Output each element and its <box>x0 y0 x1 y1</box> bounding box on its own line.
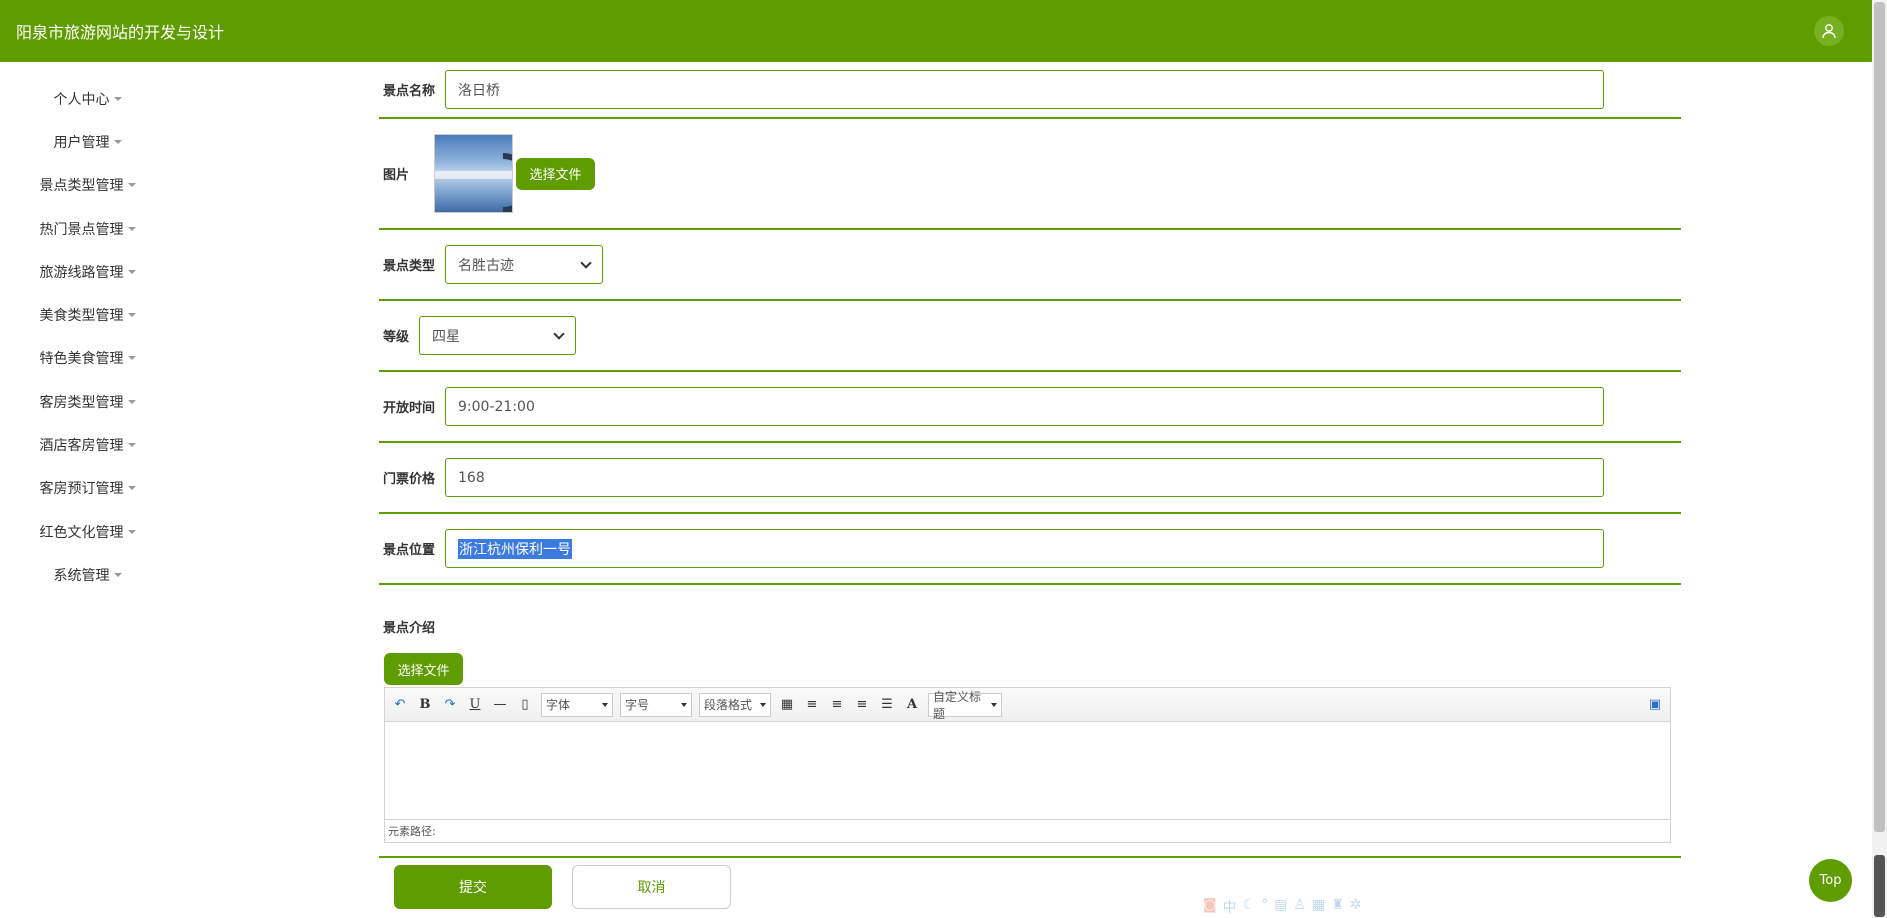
submit-button[interactable]: 提交 <box>394 865 552 909</box>
paragraph-select[interactable]: 段落格式 <box>699 692 771 717</box>
location-label: 景点位置 <box>383 543 436 558</box>
app-header: 阳泉市旅游网站的开发与设计 <box>0 0 1872 62</box>
dropdown-arrow-icon <box>760 702 766 707</box>
align-center-icon[interactable]: ≡ <box>853 696 871 714</box>
selected-text: 浙江杭州保利一号 <box>458 538 573 559</box>
image-row: 图片 选择文件 <box>379 119 1681 230</box>
name-label: 景点名称 <box>383 84 436 99</box>
chevron-down-icon <box>127 226 136 231</box>
font-color-button[interactable]: A <box>903 696 921 714</box>
ime-punct-icon: ° <box>1261 897 1269 913</box>
chevron-down-icon <box>127 183 136 188</box>
price-row: 门票价格 168 <box>379 443 1681 514</box>
sidebar-item-hot-spots[interactable]: 热门景点管理 <box>0 207 175 250</box>
cancel-button[interactable]: 取消 <box>572 865 731 909</box>
sidebar-item-spot-types[interactable]: 景点类型管理 <box>0 164 175 207</box>
type-row: 景点类型 名胜古迹 <box>379 230 1681 301</box>
hours-label: 开放时间 <box>383 401 436 416</box>
sidebar-item-room-types[interactable]: 客房类型管理 <box>0 380 175 423</box>
name-input[interactable]: 洛日桥 <box>445 70 1605 109</box>
price-label: 门票价格 <box>383 472 436 487</box>
name-row: 景点名称 洛日桥 <box>379 62 1681 119</box>
sidebar-item-users[interactable]: 用户管理 <box>0 120 175 163</box>
ime-shirt-icon: ♜ <box>1331 897 1344 913</box>
level-label: 等级 <box>383 330 410 345</box>
chevron-down-icon <box>113 96 122 101</box>
sidebar-item-hotel-rooms[interactable]: 酒店客房管理 <box>0 423 175 466</box>
dropdown-arrow-icon <box>681 702 687 707</box>
ime-toolbar: ◙ 中 ☾ ° ▤ ♙ ▦ ♜ ✲ <box>1203 897 1361 917</box>
custom-title-select[interactable]: 自定义标题 <box>928 690 1002 721</box>
image-label: 图片 <box>383 168 410 183</box>
level-select[interactable]: 四星 <box>419 316 577 355</box>
back-to-top-button[interactable]: Top <box>1809 859 1852 902</box>
fullscreen-icon[interactable]: ▣ <box>1646 696 1664 714</box>
editor-content-area[interactable] <box>385 722 1670 819</box>
scrollbar-handle[interactable] <box>1874 855 1885 917</box>
chevron-down-icon <box>553 327 565 340</box>
ime-logo-icon: ◙ <box>1203 897 1217 913</box>
sidebar-item-system[interactable]: 系统管理 <box>0 553 175 596</box>
choose-intro-file-button[interactable]: 选择文件 <box>384 653 463 685</box>
sidebar-item-food-types[interactable]: 美食类型管理 <box>0 293 175 336</box>
location-row: 景点位置 浙江杭州保利一号 <box>379 514 1681 585</box>
user-icon[interactable] <box>1814 16 1844 46</box>
sidebar-item-travel-routes[interactable]: 旅游线路管理 <box>0 250 175 293</box>
chevron-down-icon <box>127 313 136 318</box>
type-select[interactable]: 名胜古迹 <box>445 245 604 284</box>
chevron-down-icon <box>113 572 122 577</box>
scrollbar-thumb[interactable] <box>1874 2 1885 832</box>
price-input[interactable]: 168 <box>445 458 1605 497</box>
horizontal-rule-icon[interactable]: — <box>491 696 509 714</box>
chevron-down-icon <box>113 139 122 144</box>
editor-toolbar: ↶ B ↷ U — ▯ 字体 字号 段落格式 ▦ ≡ ≡ ≡ ☰ A 自定义标题… <box>385 688 1670 722</box>
align-justify-icon[interactable]: ☰ <box>878 696 896 714</box>
hours-row: 开放时间 9:00-21:00 <box>379 372 1681 443</box>
chevron-down-icon <box>127 399 136 404</box>
type-label: 景点类型 <box>383 259 436 274</box>
ime-keyboard-icon: ▤ <box>1274 897 1288 913</box>
undo-icon[interactable]: ↶ <box>391 696 409 714</box>
spot-image-preview <box>434 134 514 213</box>
sidebar-item-red-culture[interactable]: 红色文化管理 <box>0 510 175 553</box>
underline-button[interactable]: U <box>466 696 484 714</box>
ime-user-icon: ♙ <box>1293 897 1306 913</box>
align-left-icon[interactable]: ≡ <box>803 696 821 714</box>
sidebar-item-special-food[interactable]: 特色美食管理 <box>0 337 175 380</box>
sidebar-item-room-booking[interactable]: 客房预订管理 <box>0 467 175 510</box>
table-icon[interactable]: ▦ <box>778 696 796 714</box>
chevron-down-icon <box>127 529 136 534</box>
chevron-down-icon <box>127 356 136 361</box>
ime-moon-icon: ☾ <box>1242 897 1256 913</box>
chevron-down-icon <box>580 256 592 269</box>
sidebar-item-personal-center[interactable]: 个人中心 <box>0 77 175 120</box>
ime-grid-icon: ▦ <box>1311 897 1326 913</box>
font-size-select[interactable]: 字号 <box>620 692 692 717</box>
dropdown-arrow-icon <box>991 702 997 707</box>
bold-button[interactable]: B <box>416 696 434 714</box>
location-input[interactable]: 浙江杭州保利一号 <box>445 529 1605 568</box>
page-scrollbar[interactable] <box>1872 0 1887 918</box>
redo-icon[interactable]: ↷ <box>441 696 459 714</box>
chevron-down-icon <box>127 443 136 448</box>
chevron-down-icon <box>127 269 136 274</box>
dropdown-arrow-icon <box>602 702 608 707</box>
ime-chinese-icon: 中 <box>1222 900 1237 916</box>
document-icon[interactable]: ▯ <box>516 696 534 714</box>
level-row: 等级 四星 <box>379 301 1681 372</box>
ime-gear-icon: ✲ <box>1349 897 1362 913</box>
rich-text-editor: ↶ B ↷ U — ▯ 字体 字号 段落格式 ▦ ≡ ≡ ≡ ☰ A 自定义标题… <box>384 687 1671 843</box>
choose-image-button[interactable]: 选择文件 <box>516 157 596 190</box>
app-title: 阳泉市旅游网站的开发与设计 <box>16 23 225 42</box>
align-right-icon[interactable]: ≡ <box>828 696 846 714</box>
font-family-select[interactable]: 字体 <box>541 692 613 717</box>
hours-input[interactable]: 9:00-21:00 <box>445 387 1605 426</box>
sidebar: 个人中心 用户管理 景点类型管理 热门景点管理 旅游线路管理 美食类型管理 特色… <box>0 77 175 597</box>
element-path-bar: 元素路径: <box>385 819 1670 842</box>
chevron-down-icon <box>127 486 136 491</box>
intro-label: 景点介绍 <box>383 621 436 636</box>
